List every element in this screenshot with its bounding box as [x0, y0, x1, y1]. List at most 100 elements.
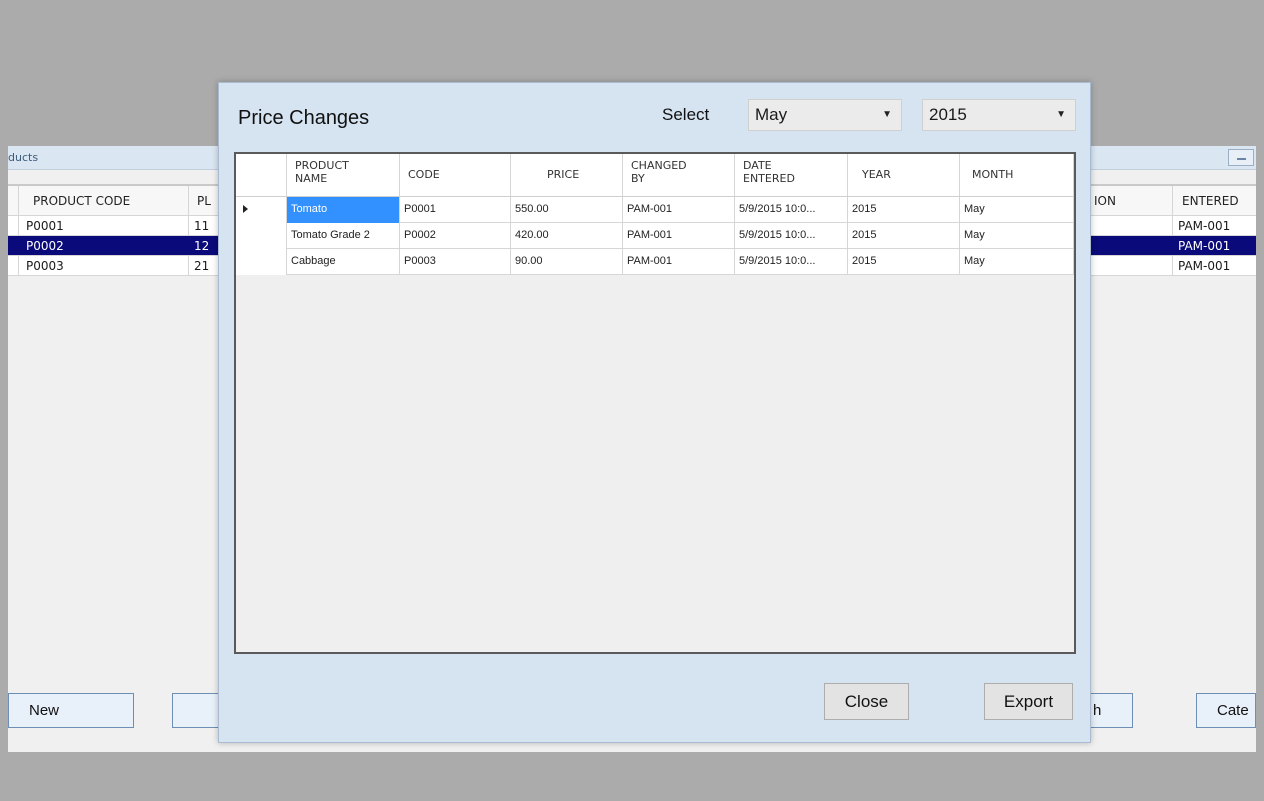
row-header[interactable]: [236, 249, 287, 275]
column-header-year-label: YEAR: [862, 168, 891, 181]
cell-entered[interactable]: PAM-001: [1178, 239, 1230, 253]
cell-date-entered-text: 5/9/2015 10:0...: [739, 203, 816, 215]
table-row[interactable]: Tomato P0001 550.00 PAM-001 5/9/2015 10:…: [236, 197, 1074, 223]
column-header-entered[interactable]: ENTERED: [1182, 194, 1239, 208]
dialog-title: Price Changes: [238, 107, 370, 129]
column-header-date-entered-line2: ENTERED: [743, 172, 795, 185]
current-row-icon: [243, 205, 248, 213]
table-row-selected[interactable]: P0002 12: [8, 236, 218, 256]
cell-code-text: P0002: [404, 229, 436, 241]
cell-changed-by[interactable]: PAM-001: [623, 249, 735, 275]
row-header[interactable]: [236, 223, 287, 249]
cell-entered[interactable]: PAM-001: [1178, 259, 1230, 273]
cell-price[interactable]: 90.00: [511, 249, 623, 275]
column-header-date-entered[interactable]: DATE ENTERED: [735, 154, 848, 196]
products-grid-header: PRODUCT CODE PL: [8, 184, 218, 216]
cell-date-entered-text: 5/9/2015 10:0...: [739, 229, 816, 241]
cell-product-name-text: Tomato: [291, 203, 328, 215]
cell-changed-by[interactable]: PAM-001: [623, 223, 735, 249]
cell-year[interactable]: 2015: [848, 197, 960, 223]
cell-pl[interactable]: 21: [194, 259, 209, 273]
products-grid[interactable]: PRODUCT CODE PL P0001 11 P0002 12 P0003 …: [8, 184, 218, 276]
column-header-product-name-line1: PRODUCT: [295, 159, 349, 172]
row-header-corner: [236, 154, 287, 196]
export-button[interactable]: Export: [984, 683, 1073, 720]
close-button[interactable]: Close: [824, 683, 909, 720]
cell-year-text: 2015: [852, 203, 877, 215]
cell-year[interactable]: 2015: [848, 249, 960, 275]
categories-button[interactable]: Cate: [1196, 693, 1256, 728]
cell-pl[interactable]: 12: [194, 239, 209, 253]
cell-pl[interactable]: 11: [194, 219, 209, 233]
cell-code[interactable]: P0002: [400, 223, 511, 249]
month-select[interactable]: May ▼: [748, 99, 902, 131]
chevron-down-icon[interactable]: ▼: [882, 109, 892, 120]
cell-code-text: P0001: [404, 203, 436, 215]
cell-product-name[interactable]: Tomato Grade 2: [287, 223, 400, 249]
cell-date-entered[interactable]: 5/9/2015 10:0...: [735, 197, 848, 223]
cell-month-text: May: [964, 229, 985, 241]
products-grid-right[interactable]: ION ENTERED PAM-001 PAM-001 PAM-001: [1090, 184, 1256, 276]
cell-product-code[interactable]: P0002: [26, 239, 64, 253]
cell-price-text: 420.00: [515, 229, 549, 241]
cell-product-code[interactable]: P0001: [26, 219, 64, 233]
column-header-ion[interactable]: ION: [1094, 194, 1116, 208]
new-button-label: New: [29, 702, 60, 719]
cell-month[interactable]: May: [960, 249, 1074, 275]
cell-product-name-text: Tomato Grade 2: [291, 229, 370, 241]
year-select-value: 2015: [929, 105, 967, 124]
column-header-year[interactable]: YEAR: [848, 154, 960, 196]
cell-month[interactable]: May: [960, 223, 1074, 249]
table-row[interactable]: Cabbage P0003 90.00 PAM-001 5/9/2015 10:…: [236, 249, 1074, 275]
cell-changed-by-text: PAM-001: [627, 255, 673, 267]
price-changes-grid[interactable]: PRODUCT NAME CODE PRICE CHANGED BY DATE …: [234, 152, 1076, 654]
new-button[interactable]: New: [8, 693, 134, 728]
column-header-changed-by-line1: CHANGED: [631, 159, 687, 172]
year-select[interactable]: 2015 ▼: [922, 99, 1076, 131]
table-row[interactable]: Tomato Grade 2 P0002 420.00 PAM-001 5/9/…: [236, 223, 1074, 249]
cell-entered[interactable]: PAM-001: [1178, 219, 1230, 233]
table-row-selected[interactable]: PAM-001: [1090, 236, 1256, 256]
cell-month[interactable]: May: [960, 197, 1074, 223]
cell-date-entered[interactable]: 5/9/2015 10:0...: [735, 223, 848, 249]
column-header-product-code[interactable]: PRODUCT CODE: [33, 194, 130, 208]
cell-changed-by[interactable]: PAM-001: [623, 197, 735, 223]
column-header-date-entered-line1: DATE: [743, 159, 772, 172]
cell-product-name[interactable]: Cabbage: [287, 249, 400, 275]
table-row[interactable]: P0003 21: [8, 256, 218, 276]
row-header[interactable]: [236, 197, 287, 223]
products-grid-header: ION ENTERED: [1090, 184, 1256, 216]
select-label: Select: [662, 105, 710, 124]
cell-code-text: P0003: [404, 255, 436, 267]
close-button-label: Close: [844, 692, 889, 711]
column-header-price[interactable]: PRICE: [511, 154, 623, 196]
grid-header: PRODUCT NAME CODE PRICE CHANGED BY DATE …: [236, 154, 1074, 197]
column-header-pl[interactable]: PL: [197, 194, 211, 208]
categories-button-label: Cate: [1217, 702, 1249, 719]
month-select-value: May: [755, 105, 788, 124]
cell-date-entered[interactable]: 5/9/2015 10:0...: [735, 249, 848, 275]
cell-year-text: 2015: [852, 255, 877, 267]
cell-code[interactable]: P0003: [400, 249, 511, 275]
column-header-changed-by[interactable]: CHANGED BY: [623, 154, 735, 196]
cell-changed-by-text: PAM-001: [627, 229, 673, 241]
table-row[interactable]: PAM-001: [1090, 256, 1256, 276]
column-header-code-label: CODE: [408, 168, 440, 181]
restore-icon[interactable]: [1228, 149, 1254, 166]
chevron-down-icon[interactable]: ▼: [1056, 109, 1066, 120]
price-changes-dialog: Price Changes Select May ▼ 2015 ▼ PRODUC…: [218, 82, 1091, 743]
cell-price[interactable]: 420.00: [511, 223, 623, 249]
cell-product-name[interactable]: Tomato: [287, 197, 400, 223]
cell-price[interactable]: 550.00: [511, 197, 623, 223]
column-header-month[interactable]: MONTH: [960, 154, 1074, 196]
table-row[interactable]: PAM-001: [1090, 216, 1256, 236]
cell-code[interactable]: P0001: [400, 197, 511, 223]
partial-button-label: h: [1093, 702, 1102, 719]
table-row[interactable]: P0001 11: [8, 216, 218, 236]
column-header-month-label: MONTH: [972, 168, 1014, 181]
cell-product-code[interactable]: P0003: [26, 259, 64, 273]
column-header-product-name[interactable]: PRODUCT NAME: [287, 154, 400, 196]
cell-year[interactable]: 2015: [848, 223, 960, 249]
cell-changed-by-text: PAM-001: [627, 203, 673, 215]
column-header-code[interactable]: CODE: [400, 154, 511, 196]
